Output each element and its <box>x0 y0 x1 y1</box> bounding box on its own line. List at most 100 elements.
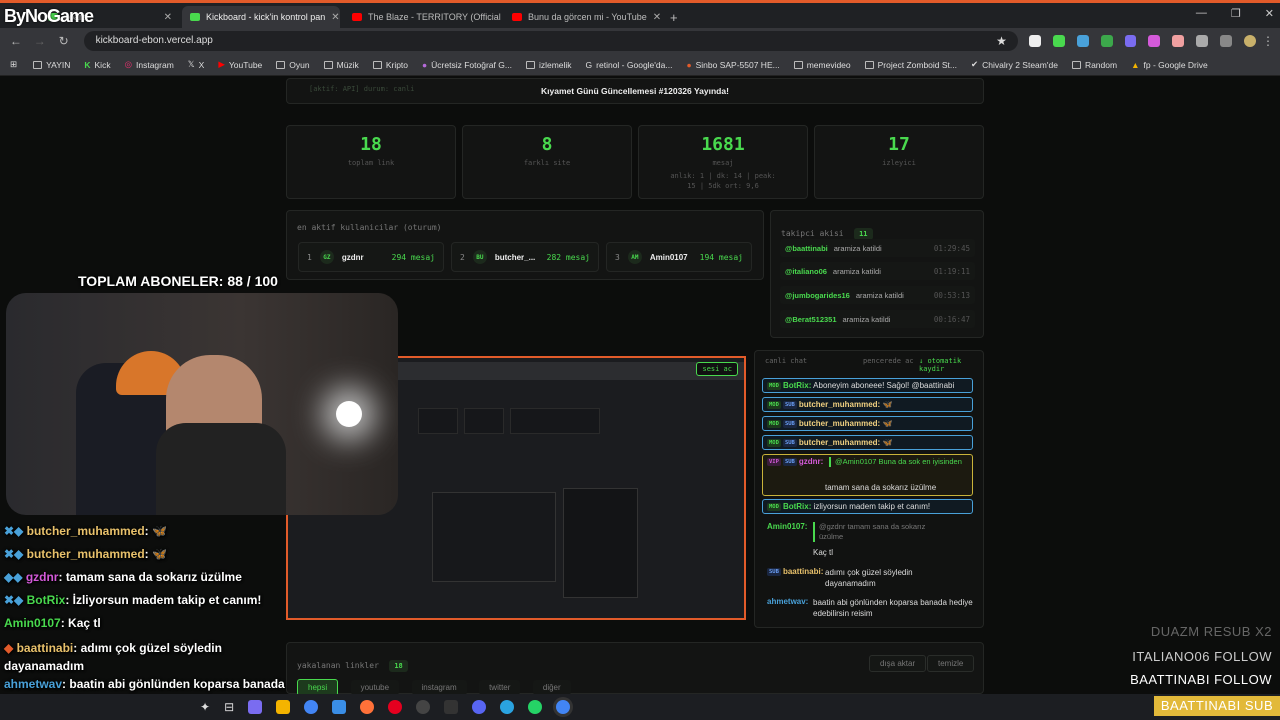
tab-2[interactable]: Kickboard - kick'in kontrol pan ✕ <box>182 6 340 28</box>
bookmark-sinbo[interactable]: ● Sinbo SAP-5507 HE... <box>686 60 779 70</box>
extension-icon[interactable] <box>1148 35 1161 47</box>
chrome-active-icon[interactable] <box>556 700 571 714</box>
overlay-text: : 🦋 <box>144 524 167 538</box>
mod-badge: MOD <box>767 438 781 447</box>
menu-icon[interactable]: ⋮ <box>1256 34 1280 48</box>
forward-icon[interactable]: → <box>28 34 52 48</box>
bookmark-instagram[interactable]: ◎ Instagram <box>125 59 174 70</box>
unmute-button[interactable]: sesi ac <box>696 362 738 376</box>
bookmark-kick[interactable]: K Kick <box>84 60 110 70</box>
avatar[interactable] <box>1244 35 1257 47</box>
filter-instagram[interactable]: instagram <box>411 680 467 695</box>
bookmark-chivalry[interactable]: ✔ Chivalry 2 Steam'de <box>971 59 1058 70</box>
popout-button[interactable]: pencerede ac <box>863 357 914 365</box>
bookmark-youtube[interactable]: ▶ YouTube <box>218 59 262 70</box>
star-icon[interactable]: ★ <box>996 34 1007 48</box>
telegram-icon[interactable] <box>500 700 515 714</box>
apps-icon[interactable]: ⊞ <box>10 59 17 70</box>
steam-icon[interactable] <box>416 700 431 714</box>
autoscroll-toggle[interactable]: ↓ otomatik kaydir <box>919 357 983 373</box>
bookmark-drive[interactable]: ▲ fp - Google Drive <box>1131 60 1208 70</box>
folder-icon <box>372 60 382 69</box>
follow-row: @italiano06 aramiza katildi 01:19:11 <box>780 262 975 280</box>
media-icon[interactable] <box>1220 35 1233 47</box>
drive-icon: ▲ <box>1131 59 1140 70</box>
close-tab-icon[interactable]: ✕ <box>331 12 339 23</box>
bookmark-random[interactable]: Random <box>1071 60 1117 70</box>
event-user: BAATTINABI <box>1130 672 1210 687</box>
bookmark-x[interactable]: 𝕏X <box>188 59 205 70</box>
extension-icon[interactable] <box>1100 35 1113 47</box>
bookmark-oyun[interactable]: Oyun <box>276 60 310 70</box>
extension-icon[interactable] <box>1124 35 1137 47</box>
task-view-icon[interactable]: ⊟ <box>224 700 234 714</box>
opera-icon[interactable] <box>388 700 403 714</box>
reload-icon[interactable]: ↻ <box>52 34 76 48</box>
tab-4[interactable]: Bunu da görcen mi - YouTube ✕ <box>504 6 662 28</box>
whatsapp-icon[interactable] <box>528 700 543 714</box>
follower-name: @italiano06 <box>785 266 827 276</box>
url-input[interactable]: kickboard-ebon.vercel.app <box>83 31 1019 51</box>
tab-label: Kickboard - kick'in kontrol pan <box>206 12 326 22</box>
chat-user: BotRix: <box>782 502 812 511</box>
filter-other[interactable]: diğer <box>532 680 571 695</box>
follower-name: @baattinabi <box>785 243 828 253</box>
minimize-icon[interactable]: — <box>1196 7 1207 20</box>
chat-message: MOD SUB butcher_muhammed: 🦋 <box>762 435 973 450</box>
bookmark-yayin[interactable]: YAYIN <box>33 60 70 70</box>
mail-icon[interactable] <box>332 700 347 714</box>
bookmark-label: fp - Google Drive <box>1143 59 1208 70</box>
tab-3[interactable]: The Blaze - TERRITORY (Official ✕ <box>344 6 502 28</box>
bookmark-label: Chivalry 2 Steam'de <box>982 59 1058 70</box>
explorer-icon[interactable] <box>276 700 291 714</box>
chat-message: SUB baattinabi: adımı çok güzel söyledin … <box>762 564 973 588</box>
back-icon[interactable]: ← <box>4 34 28 48</box>
chat-text: tamam sana da sokarız üzülme <box>825 483 937 492</box>
stat-card-viewers: 17 izleyici <box>814 125 984 199</box>
bookmark-retinol[interactable]: Gretinol - Google'da... <box>586 60 673 70</box>
folder-icon <box>33 60 43 69</box>
chat-text: Kaç tl <box>813 548 834 557</box>
bookmark-kripto[interactable]: Kripto <box>372 60 408 70</box>
new-tab-button[interactable]: + <box>662 6 682 28</box>
folder-icon <box>793 60 803 69</box>
chrome-icon[interactable] <box>304 700 319 714</box>
stat-label: farklı site <box>523 159 571 167</box>
kick-icon: K <box>84 59 91 70</box>
folder-icon <box>525 60 535 69</box>
section-title: yakalanan linkler <box>297 661 379 670</box>
bookmark-zomboid[interactable]: Project Zomboid St... <box>864 60 957 70</box>
extension-icon[interactable] <box>1028 35 1041 47</box>
firefox-icon[interactable] <box>360 700 375 714</box>
bookmark-muzik[interactable]: Müzik <box>323 60 359 70</box>
discord-icon[interactable] <box>472 700 487 714</box>
section-title: takipci akisi <box>781 229 844 238</box>
bookmark-memevideo[interactable]: memevideo <box>793 60 851 70</box>
restore-icon[interactable]: ❐ <box>1231 7 1241 20</box>
extensions-puzzle-icon[interactable] <box>1196 35 1209 47</box>
close-tab-icon[interactable]: ✕ <box>164 12 172 23</box>
close-window-icon[interactable]: ✕ <box>1265 7 1274 20</box>
tab-label: The Blaze - TERRITORY (Official <box>368 12 501 22</box>
bookmark-label: Instagram <box>136 59 174 70</box>
bookmark-izlemelik[interactable]: izlemelik <box>525 60 572 70</box>
extension-icon[interactable] <box>1172 35 1185 47</box>
top-user-1[interactable]: 1 GZ gzdnr 294 mesaj <box>298 242 444 272</box>
extension-icon[interactable] <box>1076 35 1089 47</box>
sub-badge: SUB <box>782 419 797 428</box>
top-user-3[interactable]: 3 AM Amin0107 194 mesaj <box>606 242 752 272</box>
filter-youtube[interactable]: youtube <box>350 680 400 695</box>
copilot-icon[interactable] <box>248 700 263 714</box>
top-user-2[interactable]: 2 BU butcher_... 282 mesaj <box>451 242 599 272</box>
extension-icon[interactable] <box>1052 35 1065 47</box>
sub-badge: SUB <box>767 567 781 576</box>
bookmark-foto[interactable]: ● Ücretsiz Fotoğraf G... <box>422 60 512 70</box>
obs-icon[interactable] <box>444 700 459 714</box>
close-tab-icon[interactable]: ✕ <box>653 12 661 23</box>
clear-button[interactable]: temizle <box>927 655 975 672</box>
filter-twitter[interactable]: twitter <box>479 680 521 695</box>
overlay-badge-icon: ◆ <box>4 641 14 655</box>
event-type: FOLLOW <box>1214 649 1272 664</box>
export-button[interactable]: dışa aktar <box>869 655 927 672</box>
follow-time: 01:29:45 <box>933 243 970 253</box>
